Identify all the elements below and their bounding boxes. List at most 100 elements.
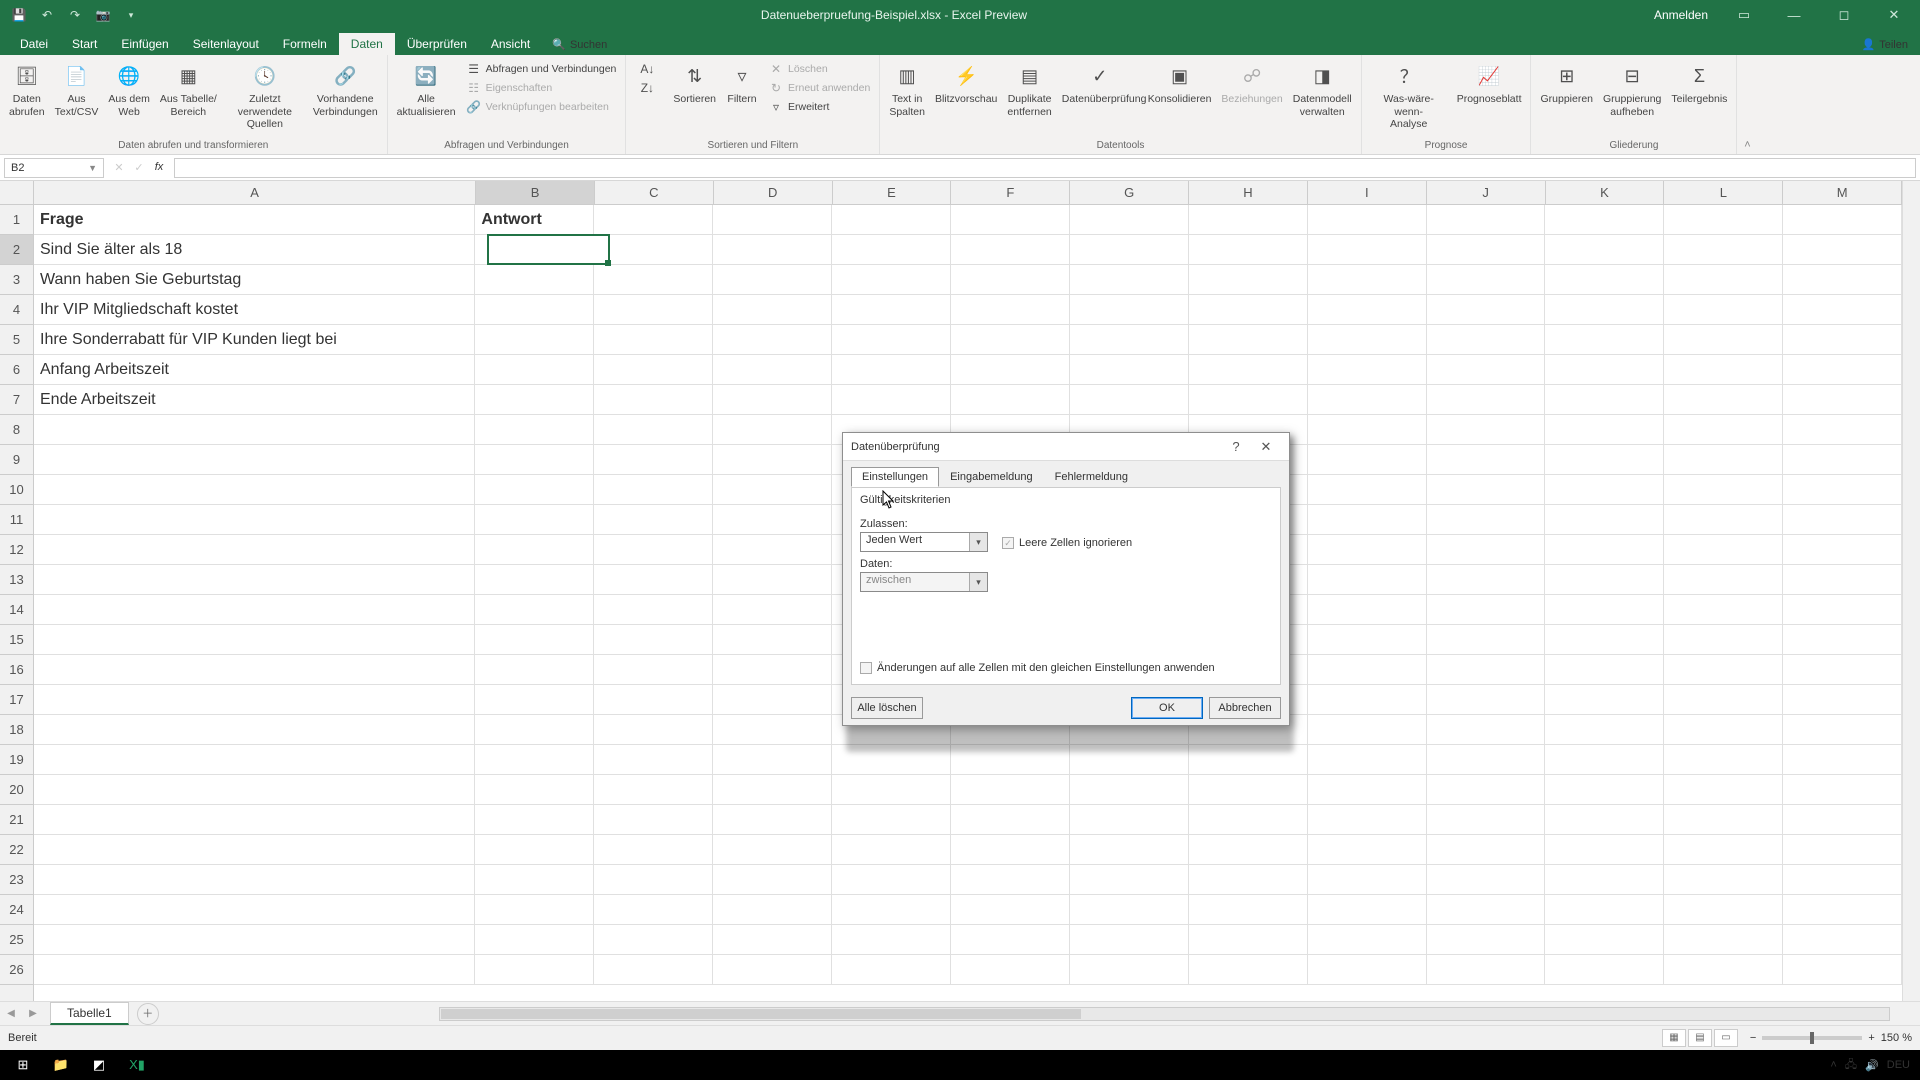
cell[interactable]: [475, 265, 594, 295]
cell[interactable]: [594, 955, 713, 985]
cell[interactable]: [1545, 685, 1664, 715]
cell[interactable]: [1783, 385, 1902, 415]
cell[interactable]: [475, 685, 594, 715]
row-header[interactable]: 6: [0, 355, 33, 385]
cell[interactable]: Sind Sie älter als 18: [34, 235, 475, 265]
cell[interactable]: [1308, 805, 1427, 835]
cell[interactable]: [1308, 865, 1427, 895]
row-header[interactable]: 8: [0, 415, 33, 445]
cell[interactable]: [34, 535, 475, 565]
cell[interactable]: [1427, 625, 1546, 655]
cell[interactable]: [1545, 265, 1664, 295]
cell[interactable]: [34, 745, 475, 775]
cell[interactable]: [1545, 235, 1664, 265]
cell[interactable]: [1783, 745, 1902, 775]
cell[interactable]: [34, 805, 475, 835]
cell[interactable]: [594, 835, 713, 865]
row-header[interactable]: 25: [0, 925, 33, 955]
cell[interactable]: [1664, 505, 1783, 535]
existing-connections-button[interactable]: 🔗Vorhandene Verbindungen: [309, 58, 382, 133]
cell[interactable]: [1308, 355, 1427, 385]
cell[interactable]: [1664, 265, 1783, 295]
cell[interactable]: [1427, 565, 1546, 595]
cell[interactable]: [475, 415, 594, 445]
cell[interactable]: [1427, 535, 1546, 565]
cell[interactable]: [34, 505, 475, 535]
cell[interactable]: [594, 475, 713, 505]
column-header[interactable]: E: [833, 181, 952, 204]
cell[interactable]: [1427, 745, 1546, 775]
row-header[interactable]: 7: [0, 385, 33, 415]
cell[interactable]: [951, 325, 1070, 355]
cell[interactable]: [1189, 805, 1308, 835]
cell[interactable]: [1783, 295, 1902, 325]
cell[interactable]: [1308, 205, 1427, 235]
cell[interactable]: [1070, 835, 1189, 865]
cell[interactable]: [1070, 895, 1189, 925]
ribbon-options-icon[interactable]: ▭: [1722, 0, 1766, 30]
cell[interactable]: [1427, 235, 1546, 265]
accept-formula-icon[interactable]: ✓: [130, 161, 148, 174]
cell[interactable]: [1545, 745, 1664, 775]
cell[interactable]: [1308, 745, 1427, 775]
cell[interactable]: [1070, 265, 1189, 295]
cell[interactable]: [1783, 805, 1902, 835]
cell[interactable]: [1427, 805, 1546, 835]
cell[interactable]: [475, 865, 594, 895]
cell[interactable]: Ende Arbeitszeit: [34, 385, 475, 415]
cell[interactable]: [713, 775, 832, 805]
cell[interactable]: [713, 385, 832, 415]
cell[interactable]: [1308, 895, 1427, 925]
cell[interactable]: [1189, 385, 1308, 415]
cell[interactable]: [1308, 565, 1427, 595]
cell[interactable]: [475, 595, 594, 625]
cell[interactable]: [1189, 205, 1308, 235]
cell[interactable]: [713, 475, 832, 505]
row-header[interactable]: 4: [0, 295, 33, 325]
cell[interactable]: [1070, 775, 1189, 805]
cell[interactable]: [1783, 445, 1902, 475]
cell[interactable]: [1427, 775, 1546, 805]
tab-data[interactable]: Daten: [339, 33, 395, 55]
cell[interactable]: [34, 685, 475, 715]
column-header[interactable]: G: [1070, 181, 1189, 204]
cell[interactable]: [1545, 205, 1664, 235]
cell[interactable]: [1308, 385, 1427, 415]
cell[interactable]: [1427, 835, 1546, 865]
cell[interactable]: [1783, 925, 1902, 955]
cell[interactable]: [713, 745, 832, 775]
cell[interactable]: [1664, 385, 1783, 415]
cell[interactable]: [1545, 865, 1664, 895]
cell[interactable]: [951, 295, 1070, 325]
cell[interactable]: [1070, 865, 1189, 895]
row-header[interactable]: 9: [0, 445, 33, 475]
cell[interactable]: [34, 865, 475, 895]
new-sheet-button[interactable]: ＋: [137, 1003, 159, 1025]
cell[interactable]: Anfang Arbeitszeit: [34, 355, 475, 385]
subtotal-button[interactable]: ΣTeilergebnis: [1667, 58, 1731, 120]
cell[interactable]: [1545, 925, 1664, 955]
cell[interactable]: [1664, 595, 1783, 625]
cell[interactable]: [34, 895, 475, 925]
cell[interactable]: [1189, 295, 1308, 325]
cell[interactable]: [594, 685, 713, 715]
consolidate-button[interactable]: ▣Konsolidieren: [1144, 58, 1216, 120]
allow-combobox[interactable]: Jeden Wert▾: [860, 532, 988, 552]
cell[interactable]: [1545, 535, 1664, 565]
from-web-button[interactable]: 🌐Aus dem Web: [104, 58, 153, 133]
ungroup-button[interactable]: ⊟Gruppierung aufheben: [1599, 58, 1665, 120]
tray-chevron-icon[interactable]: ˄: [1830, 1059, 1836, 1071]
volume-icon[interactable]: 🔊: [1865, 1059, 1879, 1072]
cell[interactable]: [1308, 475, 1427, 505]
cell[interactable]: [1783, 835, 1902, 865]
what-if-button[interactable]: ？Was-wäre-wenn- Analyse: [1367, 58, 1451, 133]
cell[interactable]: [1427, 655, 1546, 685]
cell[interactable]: [475, 835, 594, 865]
cell[interactable]: [951, 865, 1070, 895]
row-header[interactable]: 5: [0, 325, 33, 355]
cell[interactable]: [1308, 265, 1427, 295]
cell[interactable]: [1427, 865, 1546, 895]
row-header[interactable]: 18: [0, 715, 33, 745]
cell[interactable]: [713, 265, 832, 295]
cell[interactable]: Wann haben Sie Geburtstag: [34, 265, 475, 295]
